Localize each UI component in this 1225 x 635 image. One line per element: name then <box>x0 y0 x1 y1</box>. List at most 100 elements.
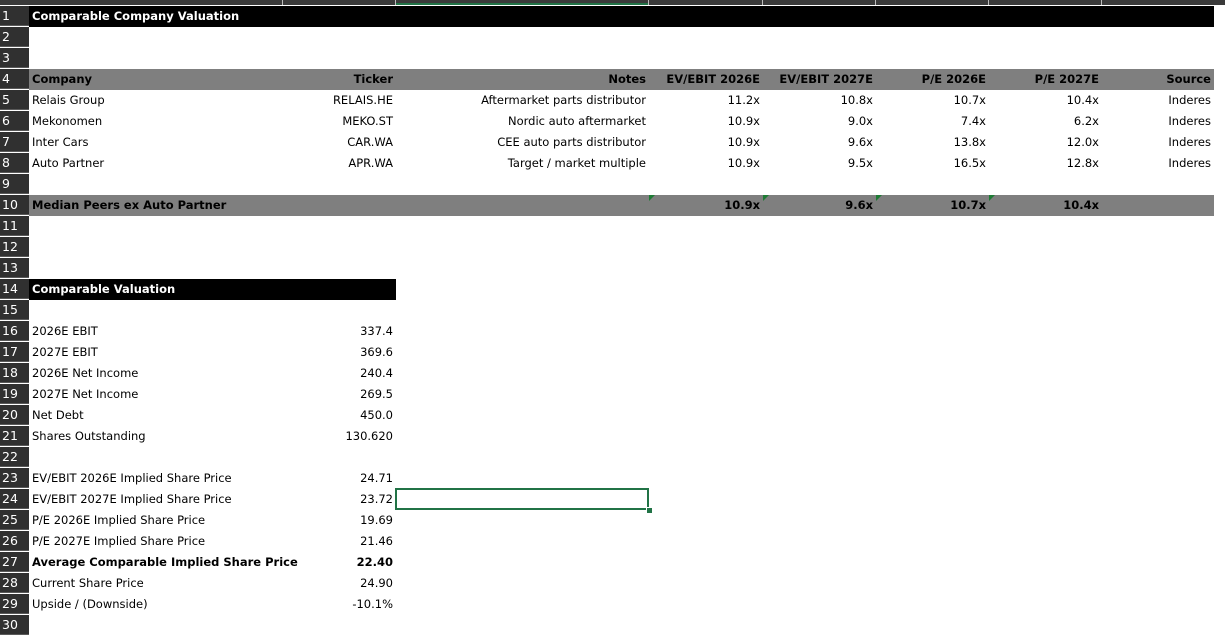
median-label[interactable]: Median Peers ex Auto Partner <box>29 195 282 216</box>
median-ev-ebit-2026e[interactable]: 10.9x <box>649 195 763 216</box>
row-header[interactable]: 26 <box>0 531 29 551</box>
row-header[interactable]: 3 <box>0 48 29 68</box>
implied-value[interactable]: 21.46 <box>282 531 396 552</box>
median-ev-ebit-2027e[interactable]: 9.6x <box>763 195 876 216</box>
peer-notes[interactable]: Target / market multiple <box>396 153 649 174</box>
header-pe-2027e[interactable]: P/E 2027E <box>989 69 1102 90</box>
peer-ticker[interactable]: RELAIS.HE <box>282 90 396 111</box>
input-value[interactable]: 240.4 <box>282 363 396 384</box>
row-header[interactable]: 9 <box>0 174 29 194</box>
implied-value[interactable]: 24.71 <box>282 468 396 489</box>
row-header[interactable]: 11 <box>0 216 29 236</box>
input-label[interactable]: 2027E Net Income <box>29 384 282 405</box>
peer-pe-2026e[interactable]: 7.4x <box>876 111 989 132</box>
header-ev-ebit-2027e[interactable]: EV/EBIT 2027E <box>763 69 876 90</box>
row-header[interactable]: 16 <box>0 321 29 341</box>
row-header[interactable]: 2 <box>0 27 29 47</box>
row-header[interactable]: 13 <box>0 258 29 278</box>
header-ticker[interactable]: Ticker <box>282 69 396 90</box>
row-header[interactable]: 22 <box>0 447 29 467</box>
input-label[interactable]: Shares Outstanding <box>29 426 282 447</box>
upside-value[interactable]: -10.1% <box>282 594 396 615</box>
row-header[interactable]: 24 <box>0 489 29 509</box>
row-header[interactable]: 20 <box>0 405 29 425</box>
row-header[interactable]: 29 <box>0 594 29 614</box>
implied-value[interactable]: 23.72 <box>282 489 396 510</box>
row-header[interactable]: 15 <box>0 300 29 320</box>
sheet-title[interactable]: Comparable Company Valuation <box>29 6 389 27</box>
peer-notes[interactable]: Nordic auto aftermarket <box>396 111 649 132</box>
peer-ev-ebit-2026e[interactable]: 10.9x <box>649 132 763 153</box>
peer-source[interactable]: Inderes <box>1102 132 1214 153</box>
valuation-title[interactable]: Comparable Valuation <box>29 279 282 300</box>
peer-notes[interactable]: CEE auto parts distributor <box>396 132 649 153</box>
peer-ev-ebit-2027e[interactable]: 9.6x <box>763 132 876 153</box>
peer-source[interactable]: Inderes <box>1102 111 1214 132</box>
implied-value[interactable]: 19.69 <box>282 510 396 531</box>
header-notes[interactable]: Notes <box>396 69 649 90</box>
header-pe-2026e[interactable]: P/E 2026E <box>876 69 989 90</box>
peer-pe-2026e[interactable]: 10.7x <box>876 90 989 111</box>
input-label[interactable]: 2026E Net Income <box>29 363 282 384</box>
upside-label[interactable]: Upside / (Downside) <box>29 594 282 615</box>
peer-pe-2027e[interactable]: 10.4x <box>989 90 1102 111</box>
peer-source[interactable]: Inderes <box>1102 153 1214 174</box>
peer-company[interactable]: Inter Cars <box>29 132 282 153</box>
row-header[interactable]: 19 <box>0 384 29 404</box>
row-header[interactable]: 30 <box>0 615 29 635</box>
input-label[interactable]: 2027E EBIT <box>29 342 282 363</box>
header-source[interactable]: Source <box>1102 69 1214 90</box>
peer-pe-2026e[interactable]: 13.8x <box>876 132 989 153</box>
row-header[interactable]: 6 <box>0 111 29 131</box>
peer-ev-ebit-2027e[interactable]: 9.5x <box>763 153 876 174</box>
input-label[interactable]: Net Debt <box>29 405 282 426</box>
row-header[interactable]: 21 <box>0 426 29 446</box>
peer-source[interactable]: Inderes <box>1102 90 1214 111</box>
row-header[interactable]: 4 <box>0 69 29 89</box>
fill-handle[interactable] <box>646 507 653 514</box>
peer-company[interactable]: Auto Partner <box>29 153 282 174</box>
row-header[interactable]: 8 <box>0 153 29 173</box>
row-header[interactable]: 10 <box>0 195 29 215</box>
peer-pe-2026e[interactable]: 16.5x <box>876 153 989 174</box>
row-header[interactable]: 23 <box>0 468 29 488</box>
peer-ev-ebit-2026e[interactable]: 10.9x <box>649 111 763 132</box>
peer-ev-ebit-2027e[interactable]: 10.8x <box>763 90 876 111</box>
peer-pe-2027e[interactable]: 12.8x <box>989 153 1102 174</box>
row-header[interactable]: 25 <box>0 510 29 530</box>
median-pe-2026e[interactable]: 10.7x <box>876 195 989 216</box>
input-value[interactable]: 450.0 <box>282 405 396 426</box>
peer-ticker[interactable]: MEKO.ST <box>282 111 396 132</box>
active-cell-selection[interactable] <box>395 488 649 510</box>
row-header[interactable]: 27 <box>0 552 29 572</box>
average-value[interactable]: 22.40 <box>282 552 396 573</box>
row-header[interactable]: 5 <box>0 90 29 110</box>
input-label[interactable]: 2026E EBIT <box>29 321 282 342</box>
implied-label[interactable]: EV/EBIT 2026E Implied Share Price <box>29 468 282 489</box>
peer-ticker[interactable]: CAR.WA <box>282 132 396 153</box>
current-price-value[interactable]: 24.90 <box>282 573 396 594</box>
input-value[interactable]: 130.620 <box>282 426 396 447</box>
peer-company[interactable]: Mekonomen <box>29 111 282 132</box>
average-label[interactable]: Average Comparable Implied Share Price <box>29 552 298 573</box>
peer-ev-ebit-2026e[interactable]: 11.2x <box>649 90 763 111</box>
input-value[interactable]: 337.4 <box>282 321 396 342</box>
input-value[interactable]: 269.5 <box>282 384 396 405</box>
row-header[interactable]: 28 <box>0 573 29 593</box>
peer-company[interactable]: Relais Group <box>29 90 282 111</box>
peer-ev-ebit-2027e[interactable]: 9.0x <box>763 111 876 132</box>
peer-pe-2027e[interactable]: 6.2x <box>989 111 1102 132</box>
peer-notes[interactable]: Aftermarket parts distributor <box>396 90 649 111</box>
current-price-label[interactable]: Current Share Price <box>29 573 282 594</box>
input-value[interactable]: 369.6 <box>282 342 396 363</box>
implied-label[interactable]: EV/EBIT 2027E Implied Share Price <box>29 489 282 510</box>
row-header[interactable]: 7 <box>0 132 29 152</box>
implied-label[interactable]: P/E 2027E Implied Share Price <box>29 531 282 552</box>
header-ev-ebit-2026e[interactable]: EV/EBIT 2026E <box>649 69 763 90</box>
row-header[interactable]: 14 <box>0 279 29 299</box>
row-header[interactable]: 17 <box>0 342 29 362</box>
implied-label[interactable]: P/E 2026E Implied Share Price <box>29 510 282 531</box>
row-header[interactable]: 18 <box>0 363 29 383</box>
header-company[interactable]: Company <box>29 69 282 90</box>
peer-ev-ebit-2026e[interactable]: 10.9x <box>649 153 763 174</box>
